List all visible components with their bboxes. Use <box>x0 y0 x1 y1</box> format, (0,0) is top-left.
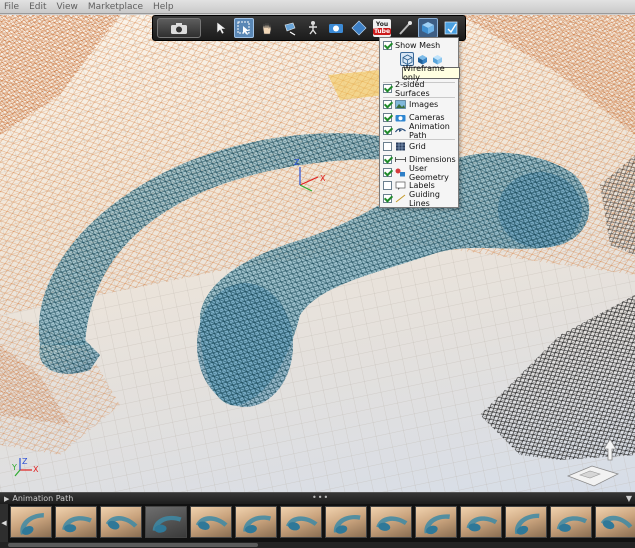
two-sided-surfaces-label: 2-sided Surfaces <box>395 79 430 98</box>
animation-thumbnail[interactable] <box>235 506 277 538</box>
user-geometry-icon <box>395 168 405 177</box>
youtube-button[interactable]: You Tube <box>372 18 392 38</box>
images-checkbox[interactable] <box>383 100 392 109</box>
solid-cube-icon <box>417 54 427 64</box>
labels-checkbox[interactable] <box>383 181 392 190</box>
mesh-scene: X Z X Z Y <box>0 15 635 492</box>
grid-label: Grid <box>409 142 426 151</box>
show-mesh-row[interactable]: Show Mesh <box>383 39 440 52</box>
labels-icon <box>395 181 406 190</box>
rotate-button[interactable] <box>280 18 300 38</box>
brush-button[interactable] <box>395 18 415 38</box>
guiding-lines-label: Guiding Lines <box>409 189 440 208</box>
animation-thumbnail[interactable] <box>280 506 322 538</box>
select-pointer-icon <box>216 21 227 35</box>
filmstrip-scrollbar[interactable] <box>0 542 635 548</box>
corner-y-label: Y <box>11 463 17 472</box>
export-icon <box>444 21 458 35</box>
animation-path-row[interactable]: Animation Path <box>383 121 458 140</box>
pan-hand-icon <box>262 22 272 35</box>
wireframe-cube-icon <box>402 54 412 65</box>
images-row[interactable]: Images <box>383 98 438 111</box>
camera-icon <box>171 22 187 34</box>
two-sided-surfaces-checkbox[interactable] <box>383 84 392 93</box>
camera-button[interactable] <box>157 18 201 38</box>
images-label: Images <box>409 100 439 109</box>
menu-bar: File Edit View Marketplace Help <box>0 0 635 14</box>
dimensions-checkbox[interactable] <box>383 155 392 164</box>
menu-marketplace[interactable]: Marketplace <box>88 2 143 12</box>
select-button[interactable] <box>211 18 231 38</box>
walk-icon <box>309 21 317 35</box>
view-options-icon <box>422 22 434 34</box>
filmstrip-left-arrow-icon[interactable]: ◀ <box>0 504 8 542</box>
two-sided-surfaces-row[interactable]: 2-sided Surfaces <box>383 79 458 98</box>
dimensions-icon <box>395 157 406 162</box>
menu-edit[interactable]: Edit <box>29 2 46 12</box>
grid-icon <box>396 142 405 151</box>
guiding-lines-row[interactable]: Guiding Lines <box>383 189 458 208</box>
walk-button[interactable] <box>303 18 323 38</box>
animation-thumbnail[interactable] <box>10 506 52 538</box>
3d-viewport[interactable]: X Z X Z Y <box>0 15 635 492</box>
view-options-menu: Show Mesh 2-sided Surfaces Images Camera… <box>379 37 459 208</box>
animation-path-label: Animation Path <box>409 121 450 140</box>
brush-icon <box>399 21 412 35</box>
animation-thumbnail[interactable] <box>550 506 592 538</box>
show-mesh-checkbox[interactable] <box>383 41 392 50</box>
animation-path-checkbox[interactable] <box>383 126 392 135</box>
expand-triangle-icon[interactable]: ▶ <box>4 495 9 503</box>
select-box-icon <box>237 21 250 35</box>
youtube-you-text: You <box>375 21 389 28</box>
animation-thumbnail[interactable] <box>415 506 457 538</box>
animation-thumbnail[interactable] <box>190 506 232 538</box>
menu-view[interactable]: View <box>57 2 78 12</box>
animation-thumbnail[interactable] <box>370 506 412 538</box>
youtube-tube-text: Tube <box>372 28 392 35</box>
animation-thumbnail[interactable] <box>325 506 367 538</box>
shaded-cube-icon <box>432 54 442 64</box>
animation-path-icon <box>395 128 406 133</box>
corner-z-label: Z <box>22 457 28 466</box>
thumbnail-list <box>10 506 635 538</box>
animation-thumbnail[interactable] <box>55 506 97 538</box>
menu-help[interactable]: Help <box>153 2 174 12</box>
rotate-icon <box>284 22 296 36</box>
guiding-lines-checkbox[interactable] <box>383 194 392 203</box>
cameras-icon <box>395 115 406 122</box>
photo-camera-icon <box>329 24 343 33</box>
show-mesh-label: Show Mesh <box>395 41 441 50</box>
select-box-button[interactable] <box>234 18 254 38</box>
export-button[interactable] <box>441 18 461 38</box>
animation-thumbnail[interactable] <box>460 506 502 538</box>
animation-thumbnail[interactable] <box>595 506 635 538</box>
animation-thumbnail[interactable] <box>145 506 187 538</box>
photo-button[interactable] <box>326 18 346 38</box>
user-geometry-row[interactable]: User Geometry <box>383 164 458 182</box>
youtube-icon: You Tube <box>372 19 392 37</box>
animation-thumbnail[interactable] <box>505 506 547 538</box>
gizmo-x-label: X <box>320 174 326 183</box>
panel-collapse-icon[interactable]: ▼ <box>626 494 632 503</box>
panel-resize-grip-icon[interactable]: ••• <box>312 494 329 502</box>
guiding-lines-icon <box>395 194 406 203</box>
cameras-checkbox[interactable] <box>383 113 392 122</box>
corner-x-label: X <box>33 465 39 474</box>
pan-button[interactable] <box>257 18 277 38</box>
navigation-widget[interactable] <box>566 434 622 492</box>
measure-icon <box>351 20 367 36</box>
menu-file[interactable]: File <box>4 2 19 12</box>
gizmo-z-label: Z <box>294 158 300 167</box>
view-options-button[interactable] <box>418 18 438 38</box>
user-geometry-checkbox[interactable] <box>383 168 392 177</box>
wireframe-only-tooltip: Wireframe only <box>402 64 460 82</box>
images-icon <box>395 100 406 109</box>
measure-button[interactable] <box>349 18 369 38</box>
panel-title: Animation Path <box>12 494 74 503</box>
grid-row[interactable]: Grid <box>383 140 426 153</box>
grid-checkbox[interactable] <box>383 142 392 151</box>
animation-thumbnail[interactable] <box>100 506 142 538</box>
filmstrip-scroll-thumb[interactable] <box>8 543 258 547</box>
